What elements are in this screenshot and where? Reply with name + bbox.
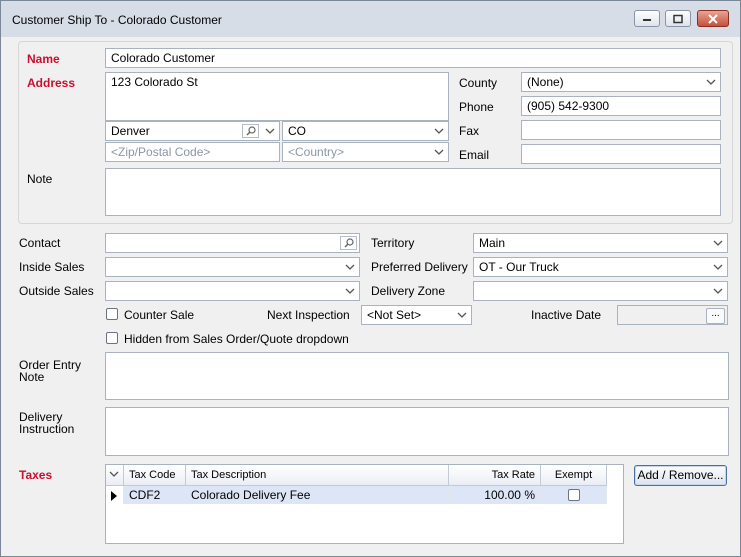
- zip-input[interactable]: <Zip/Postal Code>: [105, 142, 280, 162]
- chevron-down-icon: [706, 79, 716, 85]
- chevron-down-icon: [457, 312, 467, 318]
- inactive-date-browse-button[interactable]: ...: [706, 308, 725, 324]
- chevron-down-icon: [434, 149, 444, 155]
- taxes-grid: Tax Code Tax Description Tax Rate Exempt…: [105, 464, 624, 544]
- close-button[interactable]: [697, 10, 729, 27]
- fax-label: Fax: [459, 124, 480, 138]
- country-select[interactable]: <Country>: [282, 142, 449, 162]
- street-address-input[interactable]: 123 Colorado St: [105, 72, 449, 121]
- delivery-zone-label: Delivery Zone: [371, 284, 446, 298]
- county-select[interactable]: (None): [521, 72, 721, 92]
- minimize-icon: [643, 18, 651, 21]
- city-lookup-button[interactable]: [242, 124, 259, 138]
- territory-label: Territory: [371, 236, 415, 250]
- form-body: Name Colorado Customer Address 123 Color…: [7, 37, 734, 551]
- county-label: County: [459, 76, 498, 90]
- add-remove-taxes-button[interactable]: Add / Remove...: [634, 465, 727, 486]
- chevron-down-icon: [434, 128, 444, 134]
- chevron-down-icon[interactable]: [263, 124, 277, 138]
- close-icon: [708, 13, 718, 24]
- search-icon: [344, 238, 354, 248]
- tax-rate-cell[interactable]: 100.00 %: [449, 486, 541, 504]
- counter-sale-label: Counter Sale: [124, 308, 195, 322]
- chevron-down-icon: [345, 288, 355, 294]
- note-textarea[interactable]: [105, 168, 721, 216]
- tax-code-cell[interactable]: CDF2: [124, 486, 186, 504]
- customer-ship-to-window: Customer Ship To - Colorado Customer Nam…: [0, 0, 741, 557]
- zip-placeholder: <Zip/Postal Code>: [111, 145, 211, 159]
- name-input[interactable]: Colorado Customer: [105, 48, 721, 68]
- delivery-zone-select[interactable]: [473, 281, 728, 301]
- address-label: Address: [27, 76, 76, 90]
- chevron-down-icon: [713, 288, 723, 294]
- state-value: CO: [288, 124, 306, 138]
- city-input[interactable]: Denver: [105, 121, 280, 141]
- window-title: Customer Ship To - Colorado Customer: [12, 13, 222, 27]
- delivery-instruction-textarea[interactable]: [105, 407, 729, 456]
- territory-select[interactable]: Main: [473, 233, 728, 253]
- preferred-delivery-label: Preferred Delivery: [371, 260, 468, 274]
- contact-input[interactable]: [105, 233, 360, 253]
- title-bar[interactable]: Customer Ship To - Colorado Customer: [1, 1, 740, 37]
- search-icon: [246, 126, 256, 136]
- email-input[interactable]: [521, 144, 721, 164]
- next-inspection-label: Next Inspection: [267, 308, 350, 322]
- chevron-down-icon: [713, 264, 723, 270]
- state-select[interactable]: CO: [282, 121, 449, 141]
- fax-input[interactable]: [521, 120, 721, 140]
- hidden-from-sales-checkbox[interactable]: [106, 332, 118, 344]
- taxes-label: Taxes: [19, 468, 53, 482]
- outside-sales-select[interactable]: [105, 281, 360, 301]
- counter-sale-checkbox[interactable]: [106, 308, 118, 320]
- chevron-down-icon: [713, 240, 723, 246]
- outside-sales-label: Outside Sales: [19, 284, 94, 298]
- name-label: Name: [27, 52, 60, 66]
- contact-lookup-button[interactable]: [340, 236, 357, 250]
- next-inspection-picker[interactable]: <Not Set>: [361, 305, 472, 325]
- inside-sales-label: Inside Sales: [19, 260, 85, 274]
- row-pointer-icon: [111, 491, 117, 501]
- country-placeholder: <Country>: [288, 145, 345, 159]
- minimize-button[interactable]: [634, 10, 660, 27]
- email-label: Email: [459, 148, 490, 162]
- exempt-cell[interactable]: [541, 486, 607, 504]
- chevron-down-icon: [345, 264, 355, 270]
- preferred-delivery-select[interactable]: OT - Our Truck: [473, 257, 728, 277]
- order-entry-note-label-2: Note: [19, 370, 45, 384]
- phone-label: Phone: [459, 100, 494, 114]
- maximize-button[interactable]: [665, 10, 691, 27]
- restore-icon: [673, 14, 683, 23]
- next-inspection-value: <Not Set>: [367, 308, 422, 322]
- inactive-date-label: Inactive Date: [531, 308, 602, 322]
- hidden-from-sales-label: Hidden from Sales Order/Quote dropdown: [124, 332, 349, 346]
- order-entry-note-textarea[interactable]: [105, 352, 729, 400]
- row-indicator: [106, 486, 124, 504]
- preferred-delivery-value: OT - Our Truck: [479, 260, 559, 274]
- inactive-date-input[interactable]: ...: [617, 305, 728, 325]
- territory-value: Main: [479, 236, 506, 250]
- address-panel: Name Colorado Customer Address 123 Color…: [18, 41, 733, 224]
- delivery-instruction-label-2: Instruction: [19, 422, 75, 436]
- city-value: Denver: [111, 124, 150, 138]
- note-label: Note: [27, 172, 53, 186]
- county-value: (None): [527, 75, 564, 89]
- inside-sales-select[interactable]: [105, 257, 360, 277]
- tax-description-cell[interactable]: Colorado Delivery Fee: [186, 486, 449, 504]
- contact-label: Contact: [19, 236, 61, 250]
- exempt-checkbox[interactable]: [568, 489, 580, 501]
- table-row[interactable]: CDF2 Colorado Delivery Fee 100.00 %: [106, 465, 607, 505]
- phone-input[interactable]: (905) 542-9300: [521, 96, 721, 116]
